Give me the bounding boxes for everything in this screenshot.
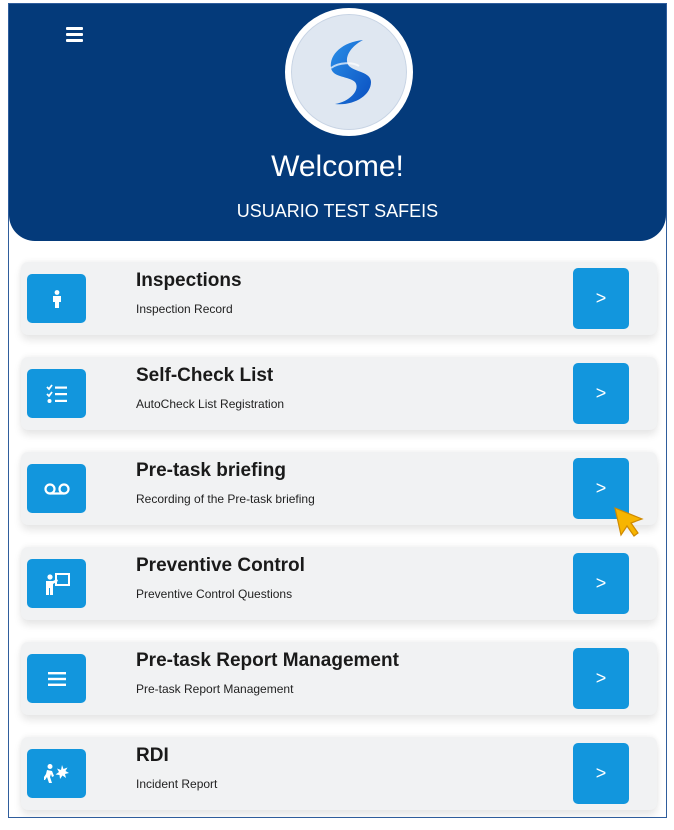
- card-subtitle: Inspection Record: [136, 302, 233, 316]
- menu-card-inspections[interactable]: Inspections Inspection Record >: [21, 262, 657, 335]
- username-label: USUARIO TEST SAFEIS: [236, 201, 439, 221]
- card-title: Self-Check List: [136, 365, 274, 386]
- app-frame: Welcome! USUARIO TEST SAFEIS Inspections…: [8, 3, 667, 818]
- mouse-pointer-icon: [614, 507, 644, 537]
- card-title: RDI: [136, 745, 169, 766]
- welcome-title: Welcome!: [271, 150, 404, 183]
- open-inspections-button[interactable]: >: [573, 268, 629, 329]
- open-preventive-control-button[interactable]: >: [573, 553, 629, 614]
- menu-card-preventive-control[interactable]: Preventive Control Preventive Control Qu…: [21, 547, 657, 620]
- incident-icon: [27, 749, 86, 798]
- card-title: Pre-task briefing: [136, 460, 286, 481]
- menu-card-rdi[interactable]: RDI Incident Report >: [21, 737, 657, 810]
- menu-card-pre-task-briefing[interactable]: Pre-task briefing Recording of the Pre-t…: [21, 452, 657, 525]
- presenter-icon: [27, 559, 86, 608]
- voicemail-icon: [27, 464, 86, 513]
- person-icon: [27, 274, 86, 323]
- checklist-icon: [27, 369, 86, 418]
- card-subtitle: Recording of the Pre-task briefing: [136, 492, 315, 506]
- list-icon: [27, 654, 86, 703]
- card-title: Inspections: [136, 270, 242, 291]
- card-title: Preventive Control: [136, 555, 305, 576]
- hamburger-menu-icon[interactable]: [61, 22, 89, 48]
- open-rdi-button[interactable]: >: [573, 743, 629, 804]
- header: Welcome! USUARIO TEST SAFEIS: [9, 4, 666, 241]
- card-subtitle: Preventive Control Questions: [136, 587, 293, 601]
- menu-card-pre-task-report-management[interactable]: Pre-task Report Management Pre-task Repo…: [21, 642, 657, 715]
- open-pre-task-report-management-button[interactable]: >: [573, 648, 629, 709]
- card-title: Pre-task Report Management: [136, 650, 399, 671]
- menu-card-self-check-list[interactable]: Self-Check List AutoCheck List Registrat…: [21, 357, 657, 430]
- card-subtitle: Pre-task Report Management: [136, 682, 294, 696]
- open-self-check-list-button[interactable]: >: [573, 363, 629, 424]
- logo-s-icon: [330, 40, 371, 105]
- app-logo: [285, 8, 413, 136]
- card-subtitle: AutoCheck List Registration: [136, 397, 285, 411]
- card-subtitle: Incident Report: [136, 777, 218, 791]
